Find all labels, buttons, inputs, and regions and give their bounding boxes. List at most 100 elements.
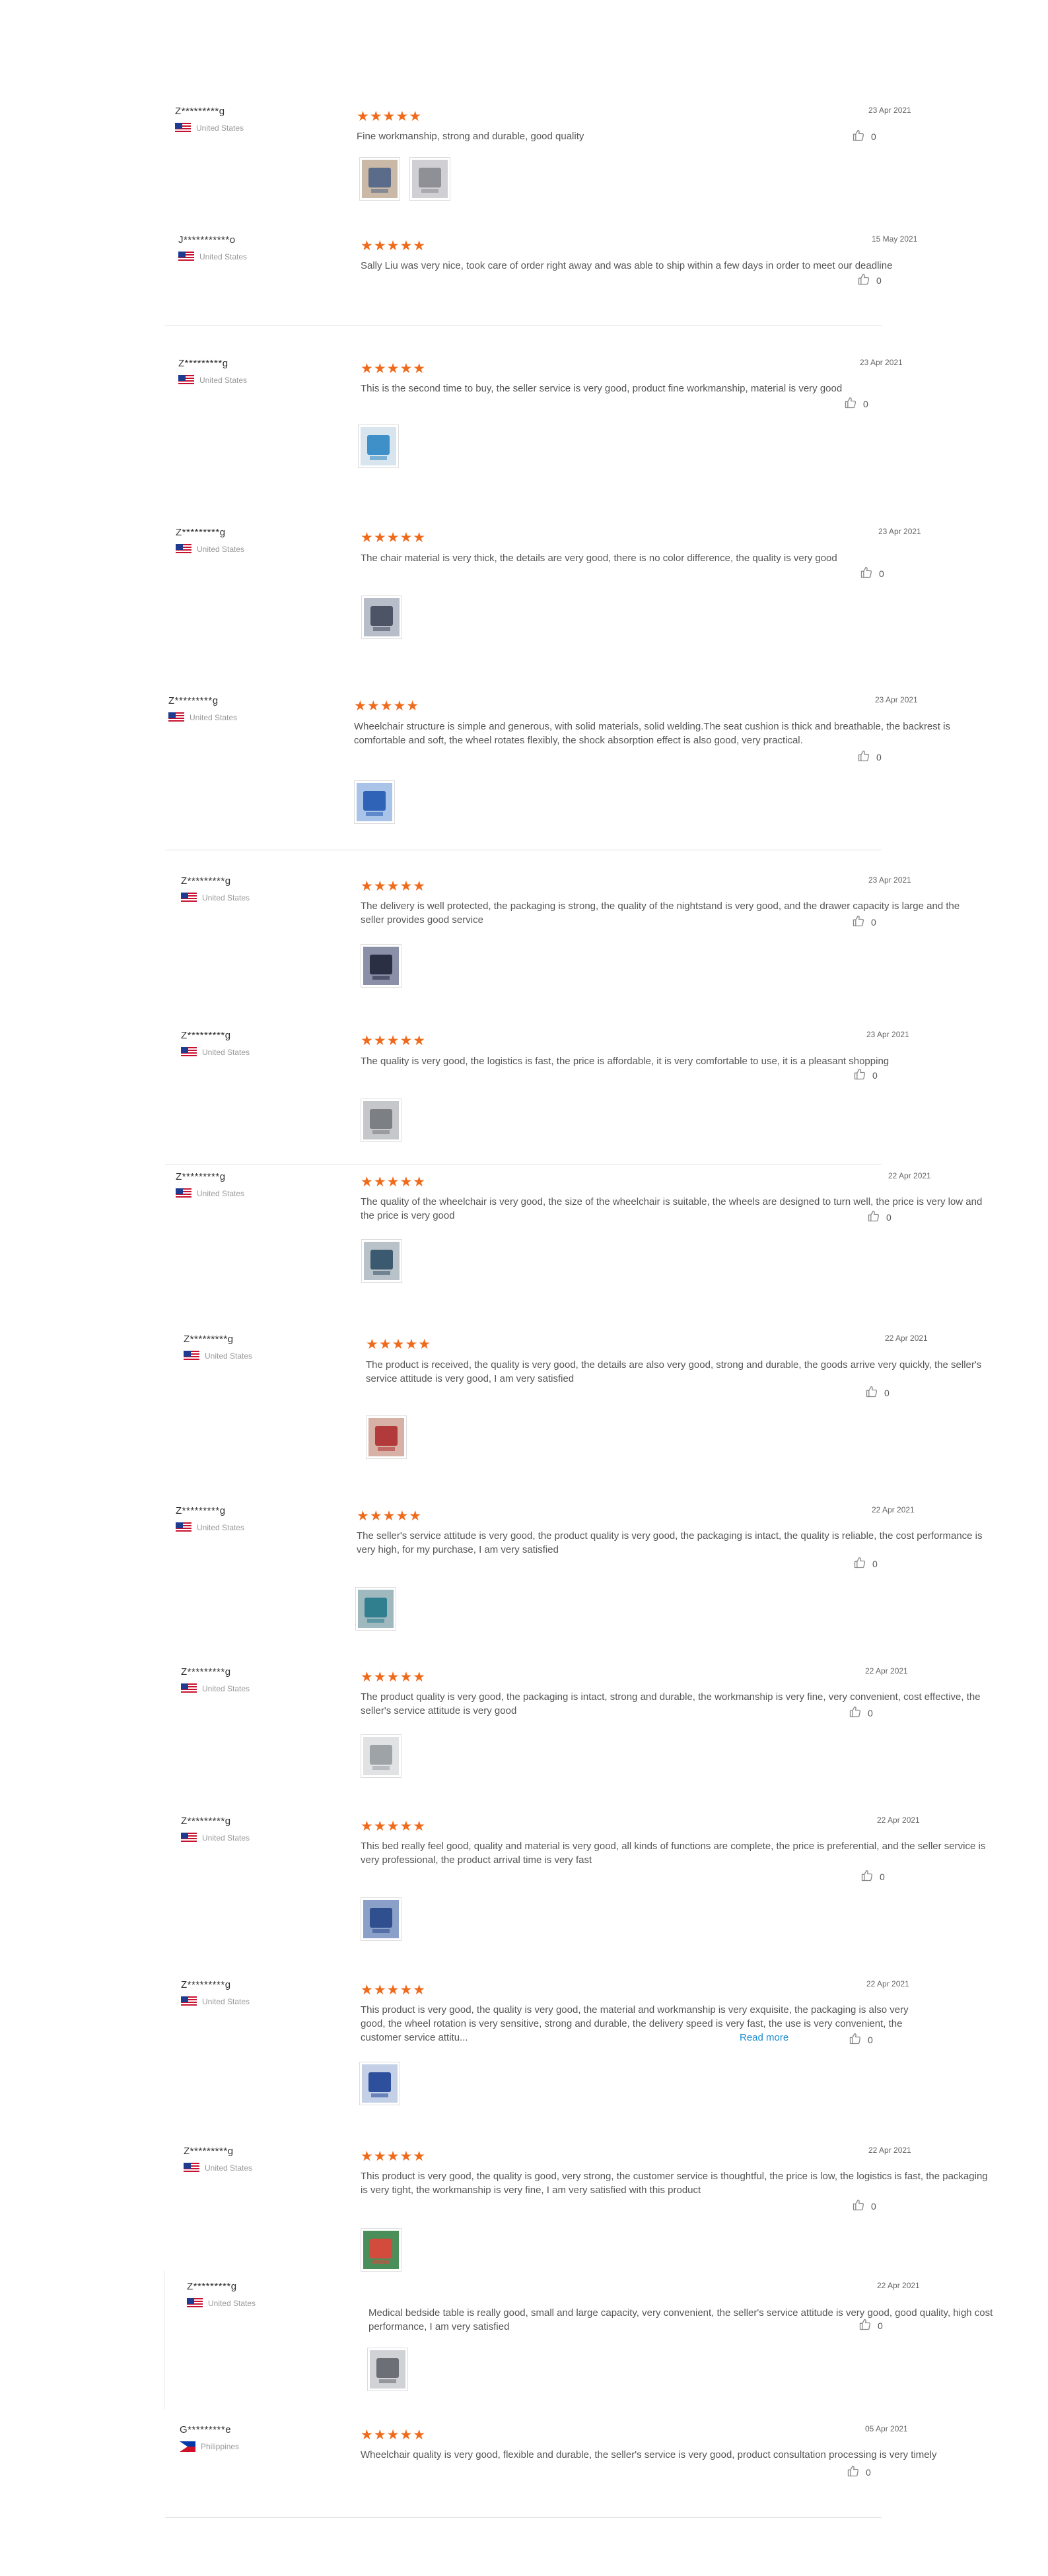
review-date: 22 Apr 2021 xyxy=(888,1171,931,1180)
helpful-button[interactable]: 0 xyxy=(852,129,876,144)
helpful-button[interactable]: 0 xyxy=(844,396,868,411)
star-rating: ★★★★★ xyxy=(361,1174,427,1190)
helpful-button[interactable]: 0 xyxy=(860,566,884,581)
review-date: 23 Apr 2021 xyxy=(868,875,911,885)
helpful-count: 0 xyxy=(876,275,882,286)
review-text: The quality is very good, the logistics … xyxy=(361,1056,890,1067)
helpful-button[interactable]: 0 xyxy=(852,2198,876,2214)
reviewer-name: Z*********g xyxy=(178,358,228,369)
helpful-button[interactable]: 0 xyxy=(858,2318,883,2333)
review-text: Wheelchair quality is very good, flexibl… xyxy=(361,2449,937,2460)
review-text: The seller's service attitude is very go… xyxy=(357,1530,983,1555)
review-photo[interactable] xyxy=(361,1734,402,1778)
country-label: United States xyxy=(202,893,250,902)
thumbs-up-icon xyxy=(857,273,870,288)
helpful-count: 0 xyxy=(872,1558,878,1569)
review-divider xyxy=(165,1164,882,1165)
review-photo[interactable] xyxy=(359,157,400,201)
helpful-count: 0 xyxy=(886,1211,891,1223)
review-photo[interactable] xyxy=(355,1587,396,1631)
country-label: United States xyxy=(202,1048,250,1057)
reviewer-country: United States xyxy=(181,1833,339,1843)
review-photo[interactable] xyxy=(354,780,395,824)
review-text: This product is very good, the quality i… xyxy=(361,2004,909,2043)
review-photo[interactable] xyxy=(361,595,402,639)
review-photo[interactable] xyxy=(409,157,450,201)
star-rating: ★★★★★ xyxy=(354,698,420,714)
us-flag-icon xyxy=(181,1833,197,1843)
reviewer-country: United States xyxy=(181,1996,339,2007)
us-flag-icon xyxy=(176,1522,192,1533)
review-text: This bed really feel good, quality and m… xyxy=(361,1841,986,1866)
review-date: 22 Apr 2021 xyxy=(872,1505,915,1514)
thumbs-up-icon xyxy=(853,1556,866,1571)
review-date: 23 Apr 2021 xyxy=(866,1030,909,1039)
star-rating: ★★★★★ xyxy=(361,1819,427,1834)
helpful-count: 0 xyxy=(863,398,868,409)
us-flag-icon xyxy=(176,544,192,555)
country-label: United States xyxy=(199,376,248,385)
review-date: 22 Apr 2021 xyxy=(877,1815,920,1825)
helpful-button[interactable]: 0 xyxy=(857,749,882,764)
helpful-button[interactable]: 0 xyxy=(849,1705,873,1720)
review-photo[interactable] xyxy=(358,424,399,468)
reviewer-name: Z*********g xyxy=(168,695,219,706)
review-date: 05 Apr 2021 xyxy=(865,2424,908,2433)
thumbs-up-icon xyxy=(852,129,865,144)
thumbs-up-icon xyxy=(860,1869,874,1884)
thumbs-up-icon xyxy=(857,749,870,764)
helpful-button[interactable]: 0 xyxy=(857,273,882,288)
thumbs-up-icon xyxy=(852,2198,865,2214)
helpful-button[interactable]: 0 xyxy=(853,1068,878,1083)
helpful-button[interactable]: 0 xyxy=(849,2032,873,2047)
reviewer-country: United States xyxy=(181,893,339,903)
country-label: United States xyxy=(205,2163,253,2173)
review-date: 22 Apr 2021 xyxy=(877,2281,920,2290)
review-photo[interactable] xyxy=(359,2062,400,2105)
helpful-count: 0 xyxy=(878,2320,883,2331)
review-text: Sally Liu was very nice, took care of or… xyxy=(361,260,893,271)
country-label: United States xyxy=(202,1997,250,2006)
thumbs-up-icon xyxy=(865,1385,878,1400)
review-photo[interactable] xyxy=(367,2348,408,2391)
review-text: Medical bedside table is really good, sm… xyxy=(368,2307,993,2332)
us-flag-icon xyxy=(181,893,197,903)
reviewer-name: Z*********g xyxy=(184,2146,234,2157)
review-text: This product is very good, the quality i… xyxy=(361,2171,988,2196)
star-rating: ★★★★★ xyxy=(361,238,427,254)
review-photo[interactable] xyxy=(366,1415,407,1459)
thumbs-up-icon xyxy=(860,566,873,581)
review-photo[interactable] xyxy=(361,944,402,988)
reviewer-name: Z*********g xyxy=(181,875,231,887)
helpful-button[interactable]: 0 xyxy=(853,1556,878,1571)
review-text: The product quality is very good, the pa… xyxy=(361,1691,981,1716)
star-rating: ★★★★★ xyxy=(357,1508,423,1524)
helpful-button[interactable]: 0 xyxy=(867,1209,891,1225)
us-flag-icon xyxy=(168,712,184,723)
review-date: 15 May 2021 xyxy=(872,234,918,244)
thumbs-up-icon xyxy=(849,2032,862,2047)
helpful-count: 0 xyxy=(871,2200,876,2212)
thumbs-up-icon xyxy=(853,1068,866,1083)
review-photo[interactable] xyxy=(361,1897,402,1941)
helpful-count: 0 xyxy=(868,2034,873,2045)
review-photo[interactable] xyxy=(361,2228,402,2272)
review-photo[interactable] xyxy=(361,1099,402,1142)
helpful-button[interactable]: 0 xyxy=(852,914,876,930)
review-photo[interactable] xyxy=(361,1239,402,1283)
helpful-button[interactable]: 0 xyxy=(865,1385,890,1400)
reviewer-name: Z*********g xyxy=(181,1666,231,1678)
helpful-count: 0 xyxy=(879,568,884,579)
review-text: This is the second time to buy, the sell… xyxy=(361,383,843,394)
review-date: 22 Apr 2021 xyxy=(865,1666,908,1676)
review-date: 23 Apr 2021 xyxy=(860,358,903,367)
country-label: United States xyxy=(202,1684,250,1693)
reviewer-country: United States xyxy=(181,1047,339,1058)
reviewer-name: Z*********g xyxy=(181,1030,231,1041)
country-label: United States xyxy=(202,1833,250,1843)
helpful-button[interactable]: 0 xyxy=(847,2464,871,2480)
review-date: 23 Apr 2021 xyxy=(878,527,921,536)
us-flag-icon xyxy=(184,2163,199,2173)
read-more-link[interactable]: Read more xyxy=(740,2031,788,2045)
helpful-button[interactable]: 0 xyxy=(860,1869,885,1884)
